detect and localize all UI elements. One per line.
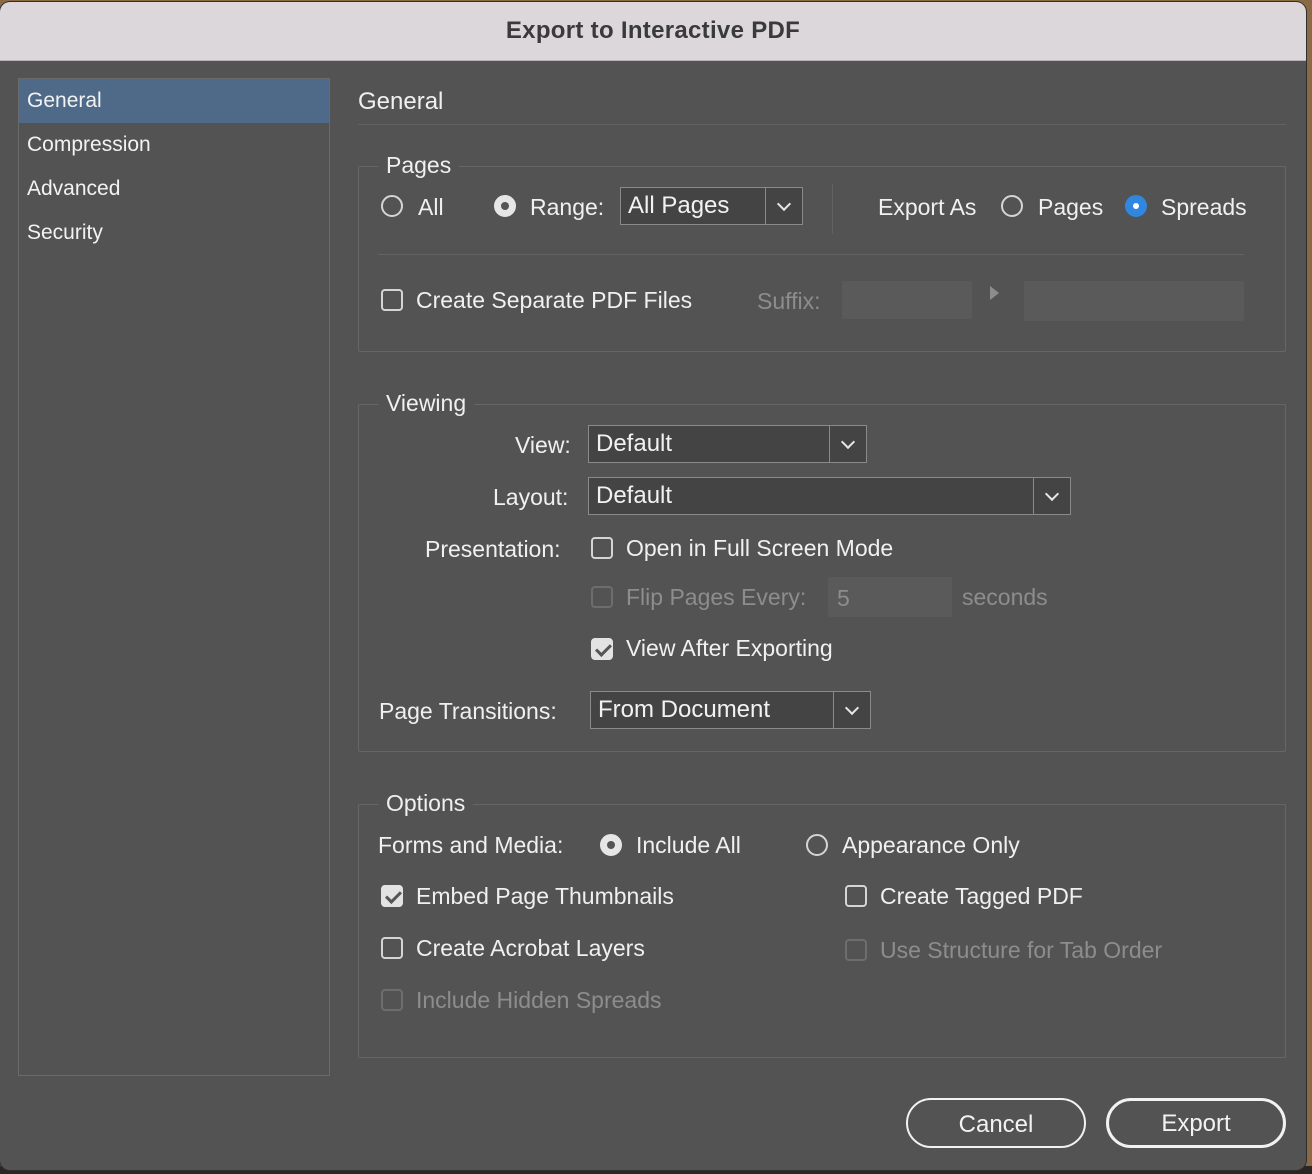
chevron-down-icon <box>1033 478 1070 514</box>
hidden-spreads-checkbox[interactable] <box>381 989 403 1011</box>
sidebar-item-security[interactable]: Security <box>19 211 329 255</box>
tab-order-checkbox[interactable] <box>845 939 867 961</box>
tagged-pdf-label: Create Tagged PDF <box>880 883 1083 909</box>
suffix-token-field[interactable] <box>1024 281 1244 321</box>
flip-pages-unit: seconds <box>962 584 1048 610</box>
section-title: General <box>358 88 444 115</box>
chevron-down-icon <box>833 692 870 728</box>
include-all-label: Include All <box>636 832 741 858</box>
section-divider <box>358 124 1286 125</box>
appearance-only-radio[interactable] <box>806 834 828 856</box>
suffix-label: Suffix: <box>757 288 821 314</box>
embed-thumbnails-checkbox[interactable] <box>381 885 403 907</box>
sidebar-item-general[interactable]: General <box>19 79 329 123</box>
pages-range-label: Range: <box>530 194 605 220</box>
presentation-label: Presentation: <box>425 536 561 562</box>
viewing-legend: Viewing <box>378 390 475 417</box>
view-select-value: Default <box>596 430 673 457</box>
pages-legend: Pages <box>378 152 460 179</box>
layout-label: Layout: <box>493 484 569 510</box>
pages-separator <box>832 184 833 234</box>
pages-all-radio[interactable] <box>381 195 403 217</box>
view-after-export-checkbox[interactable] <box>591 638 613 660</box>
export-as-spreads-label: Spreads <box>1161 194 1247 220</box>
dialog-title: Export to Interactive PDF <box>0 2 1306 61</box>
view-after-export-label: View After Exporting <box>626 635 833 661</box>
acrobat-layers-checkbox[interactable] <box>381 937 403 959</box>
forms-media-label: Forms and Media: <box>378 832 564 858</box>
acrobat-layers-label: Create Acrobat Layers <box>416 935 645 961</box>
export-as-label: Export As <box>878 194 977 220</box>
cancel-button[interactable]: Cancel <box>906 1098 1086 1148</box>
chevron-down-icon <box>829 426 866 462</box>
range-select-value: All Pages <box>628 192 730 219</box>
separate-pdf-checkbox[interactable] <box>381 289 403 311</box>
flip-pages-input[interactable]: 5 <box>828 577 952 617</box>
full-screen-label: Open in Full Screen Mode <box>626 535 894 561</box>
include-all-radio[interactable] <box>600 834 622 856</box>
sidebar-item-compression[interactable]: Compression <box>19 123 329 167</box>
full-screen-checkbox[interactable] <box>591 537 613 559</box>
view-label: View: <box>515 432 571 458</box>
export-as-spreads-radio[interactable] <box>1125 195 1147 217</box>
sidebar-item-advanced[interactable]: Advanced <box>19 167 329 211</box>
page-transitions-label: Page Transitions: <box>379 698 557 724</box>
hidden-spreads-label: Include Hidden Spreads <box>416 987 662 1013</box>
pages-group <box>358 166 1286 352</box>
export-as-pages-label: Pages <box>1038 194 1104 220</box>
appearance-only-label: Appearance Only <box>842 832 1020 858</box>
suffix-input[interactable] <box>842 281 972 319</box>
options-legend: Options <box>378 790 474 817</box>
triangle-right-icon <box>990 286 999 300</box>
flip-pages-label: Flip Pages Every: <box>626 584 807 610</box>
view-select[interactable]: Default <box>588 425 867 463</box>
range-select[interactable]: All Pages <box>620 187 803 225</box>
tagged-pdf-checkbox[interactable] <box>845 885 867 907</box>
page-transitions-value: From Document <box>598 696 771 723</box>
pages-row-divider <box>378 254 1244 255</box>
pages-range-radio[interactable] <box>494 195 516 217</box>
sidebar: General Compression Advanced Security <box>18 78 330 1076</box>
pages-all-label: All <box>418 194 444 220</box>
page-transitions-select[interactable]: From Document <box>590 691 871 729</box>
separate-pdf-label: Create Separate PDF Files <box>416 287 693 313</box>
tab-order-label: Use Structure for Tab Order <box>880 937 1163 963</box>
export-as-pages-radio[interactable] <box>1001 195 1023 217</box>
flip-pages-checkbox[interactable] <box>591 586 613 608</box>
layout-select-value: Default <box>596 482 673 509</box>
flip-pages-value: 5 <box>837 585 850 611</box>
embed-thumbnails-label: Embed Page Thumbnails <box>416 883 674 909</box>
export-dialog: Export to Interactive PDF General Compre… <box>0 2 1306 1170</box>
chevron-down-icon <box>765 188 802 224</box>
layout-select[interactable]: Default <box>588 477 1071 515</box>
export-button[interactable]: Export <box>1106 1098 1286 1148</box>
